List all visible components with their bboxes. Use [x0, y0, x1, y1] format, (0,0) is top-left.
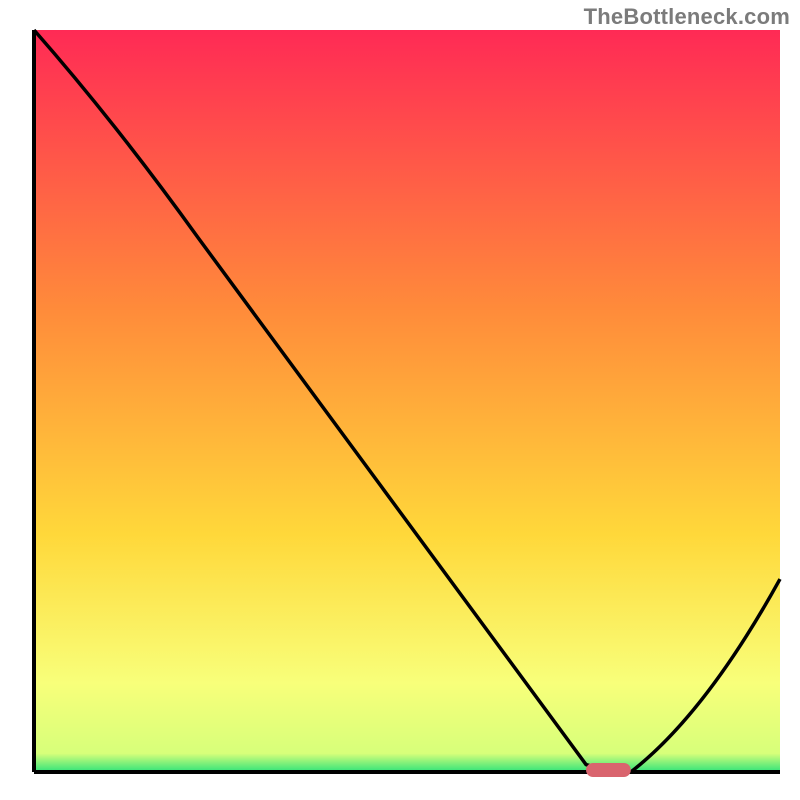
chart-frame: TheBottleneck.com	[0, 0, 800, 800]
plot-background	[34, 30, 780, 772]
bottleneck-chart	[0, 0, 800, 800]
optimal-marker	[586, 763, 631, 777]
watermark-text: TheBottleneck.com	[584, 4, 790, 30]
